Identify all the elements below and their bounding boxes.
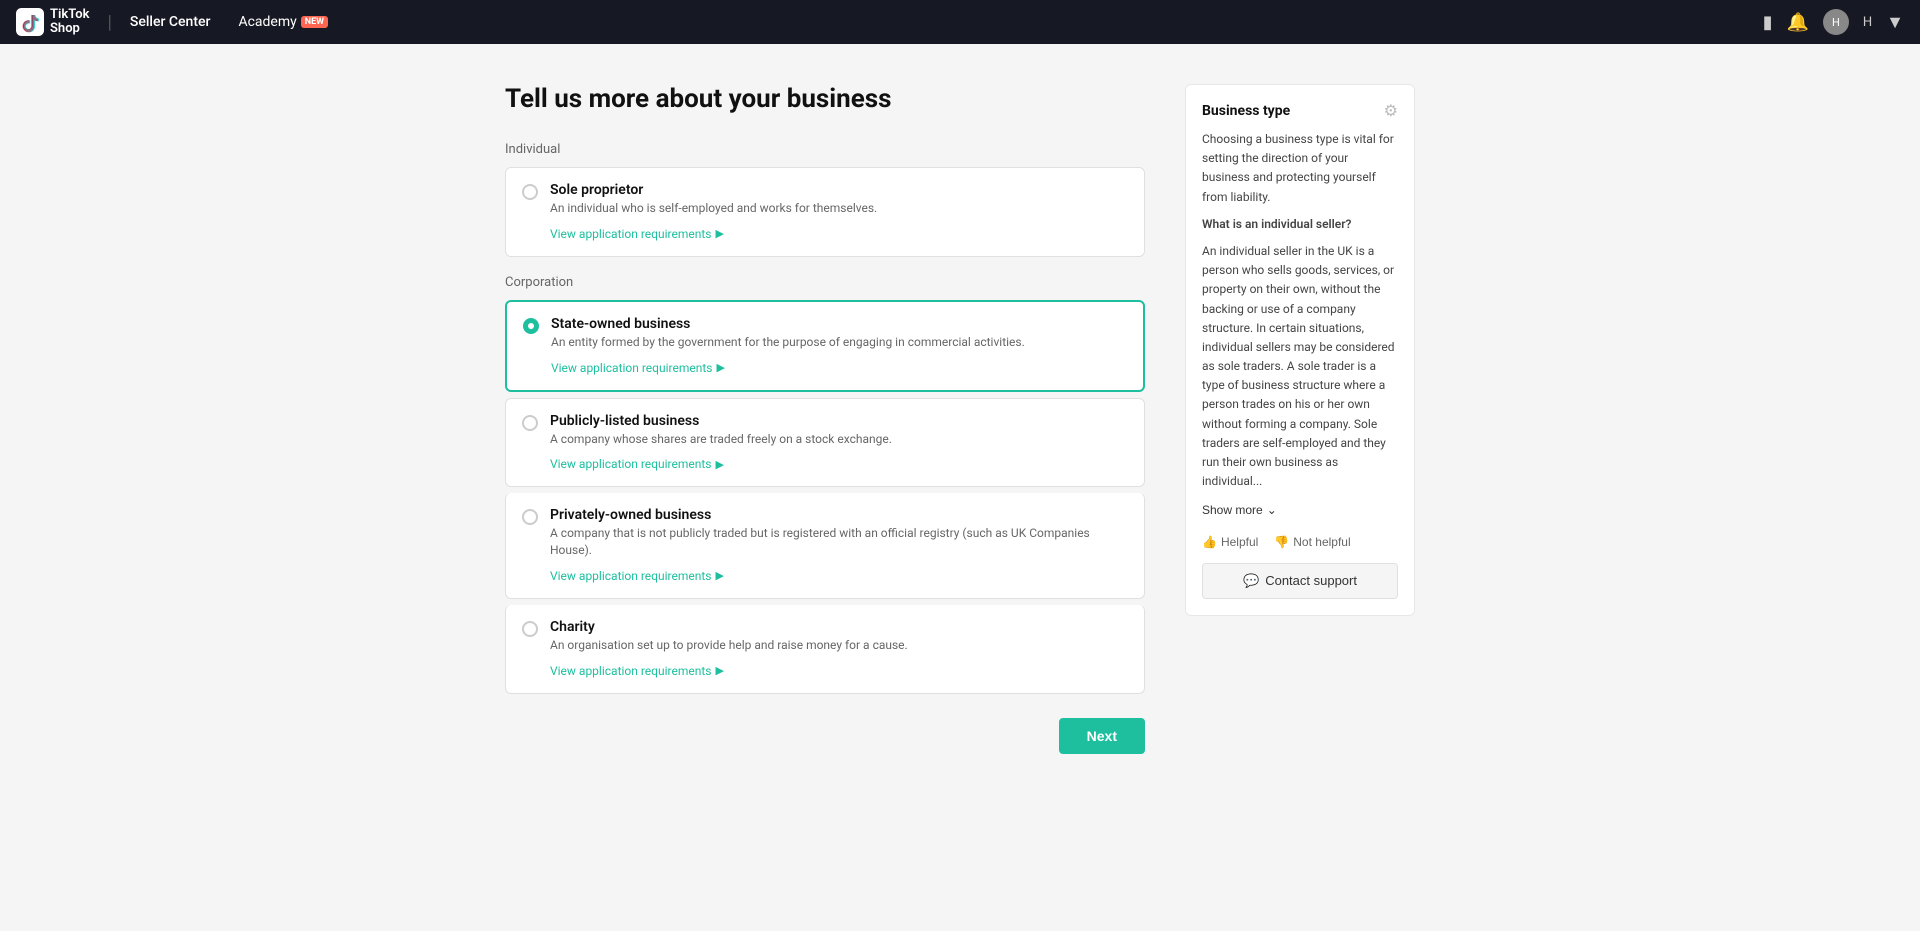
header: TikTok Shop | Seller Center Academy NEW …	[0, 0, 1920, 44]
privately-owned-desc: A company that is not publicly traded bu…	[550, 525, 1128, 559]
sidebar-title-row: Business type ⚙	[1202, 101, 1398, 120]
avatar[interactable]: H	[1823, 9, 1849, 35]
chevron-down-icon[interactable]: ▼	[1886, 12, 1904, 33]
option-state-owned[interactable]: State-owned business An entity formed by…	[505, 300, 1145, 392]
publicly-listed-content: Publicly-listed business A company whose…	[550, 413, 1128, 473]
notification-icon[interactable]: 🔔	[1786, 12, 1808, 33]
charity-content: Charity An organisation set up to provid…	[550, 619, 1128, 679]
publicly-listed-view-req[interactable]: View application requirements ▶	[550, 457, 724, 471]
publicly-listed-desc: A company whose shares are traded freely…	[550, 431, 1128, 448]
state-owned-title: State-owned business	[551, 316, 1127, 332]
feedback-row: 👍 Helpful 👎 Not helpful	[1202, 535, 1398, 549]
form-section: Tell us more about your business Individ…	[505, 84, 1145, 754]
show-more-button[interactable]: Show more ⌄	[1202, 503, 1277, 517]
sidebar-what-label: What is an individual seller?	[1202, 217, 1351, 231]
charity-desc: An organisation set up to provide help a…	[550, 637, 1128, 654]
external-link-icon-5: ▶	[715, 664, 723, 677]
state-owned-desc: An entity formed by the government for t…	[551, 334, 1127, 351]
brand-name: TikTok Shop	[50, 8, 89, 37]
radio-privately-owned	[522, 509, 538, 525]
academy-nav[interactable]: Academy NEW	[238, 14, 328, 30]
header-divider: |	[107, 12, 111, 33]
helpful-button[interactable]: 👍 Helpful	[1202, 535, 1258, 549]
tiktok-icon	[16, 8, 44, 36]
privately-owned-title: Privately-owned business	[550, 507, 1128, 523]
next-btn-row: Next	[505, 718, 1145, 754]
corporation-options-group: State-owned business An entity formed by…	[505, 300, 1145, 694]
sidebar-title: Business type	[1202, 103, 1290, 119]
sidebar: Business type ⚙ Choosing a business type…	[1185, 84, 1415, 754]
chat-icon: 💬	[1243, 573, 1259, 589]
individual-label: Individual	[505, 142, 1145, 157]
radio-charity	[522, 621, 538, 637]
external-link-icon: ▶	[715, 227, 723, 240]
new-badge: NEW	[301, 16, 328, 28]
privately-owned-view-req[interactable]: View application requirements ▶	[550, 569, 724, 583]
state-owned-content: State-owned business An entity formed by…	[551, 316, 1127, 376]
sidebar-body: Choosing a business type is vital for se…	[1202, 130, 1398, 521]
tablet-icon[interactable]: ▮	[1763, 12, 1773, 33]
sidebar-card: Business type ⚙ Choosing a business type…	[1185, 84, 1415, 616]
sidebar-intro: Choosing a business type is vital for se…	[1202, 130, 1398, 207]
not-helpful-button[interactable]: 👎 Not helpful	[1274, 535, 1350, 549]
sidebar-what-body: An individual seller in the UK is a pers…	[1202, 242, 1398, 491]
option-publicly-listed[interactable]: Publicly-listed business A company whose…	[505, 398, 1145, 488]
publicly-listed-title: Publicly-listed business	[550, 413, 1128, 429]
external-link-icon-2: ▶	[716, 361, 724, 374]
option-privately-owned[interactable]: Privately-owned business A company that …	[505, 493, 1145, 599]
privately-owned-content: Privately-owned business A company that …	[550, 507, 1128, 584]
external-link-icon-3: ▶	[715, 458, 723, 471]
next-button[interactable]: Next	[1059, 718, 1145, 754]
header-right: ▮ 🔔 H H ▼	[1763, 9, 1904, 35]
option-sole-proprietor[interactable]: Sole proprietor An individual who is sel…	[505, 167, 1145, 257]
radio-publicly-listed	[522, 415, 538, 431]
radio-sole-proprietor	[522, 184, 538, 200]
sole-proprietor-title: Sole proprietor	[550, 182, 1128, 198]
radio-state-owned	[523, 318, 539, 334]
seller-center-label[interactable]: Seller Center	[130, 14, 211, 30]
sole-proprietor-view-req[interactable]: View application requirements ▶	[550, 227, 724, 241]
individual-options-group: Sole proprietor An individual who is sel…	[505, 167, 1145, 257]
username-label: H	[1863, 15, 1872, 30]
contact-support-button[interactable]: 💬 Contact support	[1202, 563, 1398, 599]
page-title: Tell us more about your business	[505, 84, 1145, 114]
state-owned-view-req[interactable]: View application requirements ▶	[551, 361, 725, 375]
thumbs-up-icon: 👍	[1202, 535, 1217, 549]
thumbs-down-icon: 👎	[1274, 535, 1289, 549]
chevron-down-icon-sidebar: ⌄	[1267, 503, 1277, 517]
main-content: Tell us more about your business Individ…	[0, 44, 1920, 794]
gear-icon[interactable]: ⚙	[1384, 101, 1398, 120]
charity-view-req[interactable]: View application requirements ▶	[550, 664, 724, 678]
logo[interactable]: TikTok Shop	[16, 8, 89, 37]
sole-proprietor-content: Sole proprietor An individual who is sel…	[550, 182, 1128, 242]
sole-proprietor-desc: An individual who is self-employed and w…	[550, 200, 1128, 217]
charity-title: Charity	[550, 619, 1128, 635]
corporation-label: Corporation	[505, 275, 1145, 290]
option-charity[interactable]: Charity An organisation set up to provid…	[505, 605, 1145, 694]
external-link-icon-4: ▶	[715, 569, 723, 582]
